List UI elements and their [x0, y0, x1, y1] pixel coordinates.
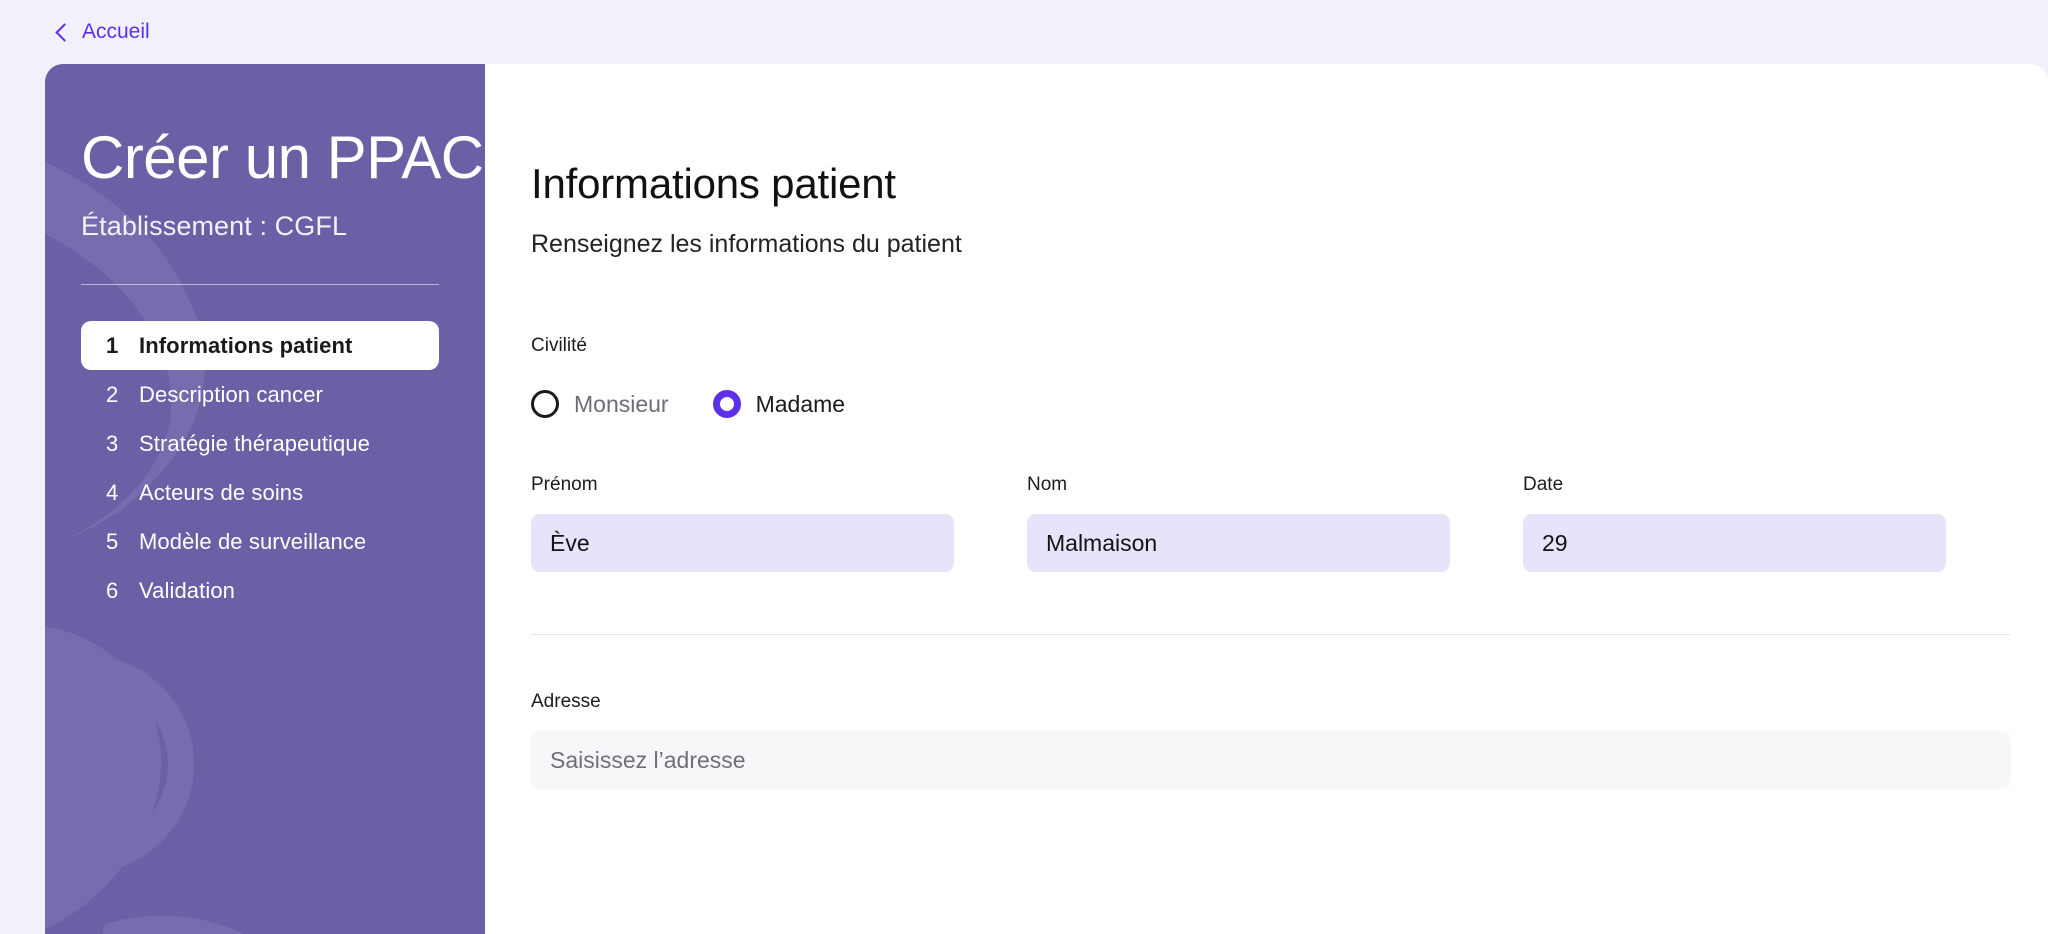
- civilite-radio-row: Monsieur Madame: [531, 390, 2048, 418]
- radio-madame[interactable]: Madame: [712, 390, 846, 418]
- radio-unchecked-icon: [531, 390, 559, 418]
- civilite-label: Civilité: [531, 335, 587, 356]
- sidebar-step-informations-patient[interactable]: 1 Informations patient: [81, 321, 439, 370]
- prenom-label: Prénom: [531, 474, 598, 495]
- step-number: 2: [106, 381, 119, 407]
- step-number: 4: [106, 479, 119, 505]
- app-root: Accueil Créer un PPAC Établissement : CG…: [0, 0, 2048, 934]
- form-content: Informations patient Renseignez les info…: [485, 64, 2048, 934]
- adresse-field-group: Adresse Saisissez l’adresse: [531, 691, 2048, 789]
- chevron-left-icon: [54, 24, 70, 40]
- step-number: 6: [106, 577, 119, 603]
- date-naissance-label: Date: [1523, 474, 1564, 495]
- sidebar-step-strategie-therapeutique[interactable]: 3 Stratégie thérapeutique: [81, 419, 439, 468]
- topbar: Accueil: [0, 0, 2048, 64]
- nom-label: Nom: [1027, 474, 1068, 495]
- civilite-group: Civilité Monsieur Madame: [531, 335, 2048, 418]
- sidebar-title: Créer un PPAC: [81, 124, 484, 191]
- adresse-label: Adresse: [531, 691, 601, 712]
- nom-input[interactable]: Malmaison: [1027, 514, 1450, 572]
- wizard-step-list: 1 Informations patient 2 Description can…: [81, 321, 439, 615]
- step-number: 1: [106, 332, 119, 358]
- step-label: Stratégie thérapeutique: [139, 430, 371, 456]
- name-fields-row: Prénom Ève Nom Malmaison Date 29: [531, 474, 2048, 572]
- step-label: Modèle de surveillance: [139, 528, 367, 554]
- sidebar-inner: Créer un PPAC Établissement : CGFL 1 Inf…: [45, 126, 485, 615]
- sidebar-subtitle: Établissement : CGFL: [81, 211, 348, 241]
- nom-field-group: Nom Malmaison: [1027, 474, 1450, 572]
- step-label: Description cancer: [139, 381, 323, 407]
- date-naissance-field-group: Date 29: [1523, 474, 1946, 572]
- wizard-card: Créer un PPAC Établissement : CGFL 1 Inf…: [45, 64, 2048, 934]
- adresse-input[interactable]: Saisissez l’adresse: [531, 731, 2011, 789]
- sidebar-step-validation[interactable]: 6 Validation: [81, 566, 439, 615]
- sidebar-divider: [81, 284, 439, 285]
- sidebar-step-modele-de-surveillance[interactable]: 5 Modèle de surveillance: [81, 517, 439, 566]
- section-divider: [531, 634, 2011, 635]
- radio-checked-icon: [712, 390, 741, 418]
- date-naissance-input[interactable]: 29: [1523, 514, 1946, 572]
- back-to-home-link[interactable]: Accueil: [54, 20, 150, 44]
- prenom-input[interactable]: Ève: [531, 514, 954, 572]
- step-number: 5: [106, 528, 119, 554]
- radio-madame-label: Madame: [755, 390, 846, 417]
- prenom-field-group: Prénom Ève: [531, 474, 954, 572]
- radio-monsieur[interactable]: Monsieur: [531, 390, 669, 418]
- step-label: Acteurs de soins: [139, 479, 304, 505]
- sidebar-step-acteurs-de-soins[interactable]: 4 Acteurs de soins: [81, 468, 439, 517]
- back-link-label: Accueil: [82, 20, 150, 43]
- page-title: Informations patient: [531, 160, 896, 207]
- wizard-sidebar: Créer un PPAC Établissement : CGFL 1 Inf…: [45, 64, 485, 934]
- step-number: 3: [106, 430, 119, 456]
- step-label: Informations patient: [139, 332, 353, 358]
- radio-monsieur-label: Monsieur: [574, 390, 669, 417]
- step-label: Validation: [139, 577, 235, 603]
- sidebar-step-description-cancer[interactable]: 2 Description cancer: [81, 370, 439, 419]
- page-subtitle: Renseignez les informations du patient: [531, 230, 962, 258]
